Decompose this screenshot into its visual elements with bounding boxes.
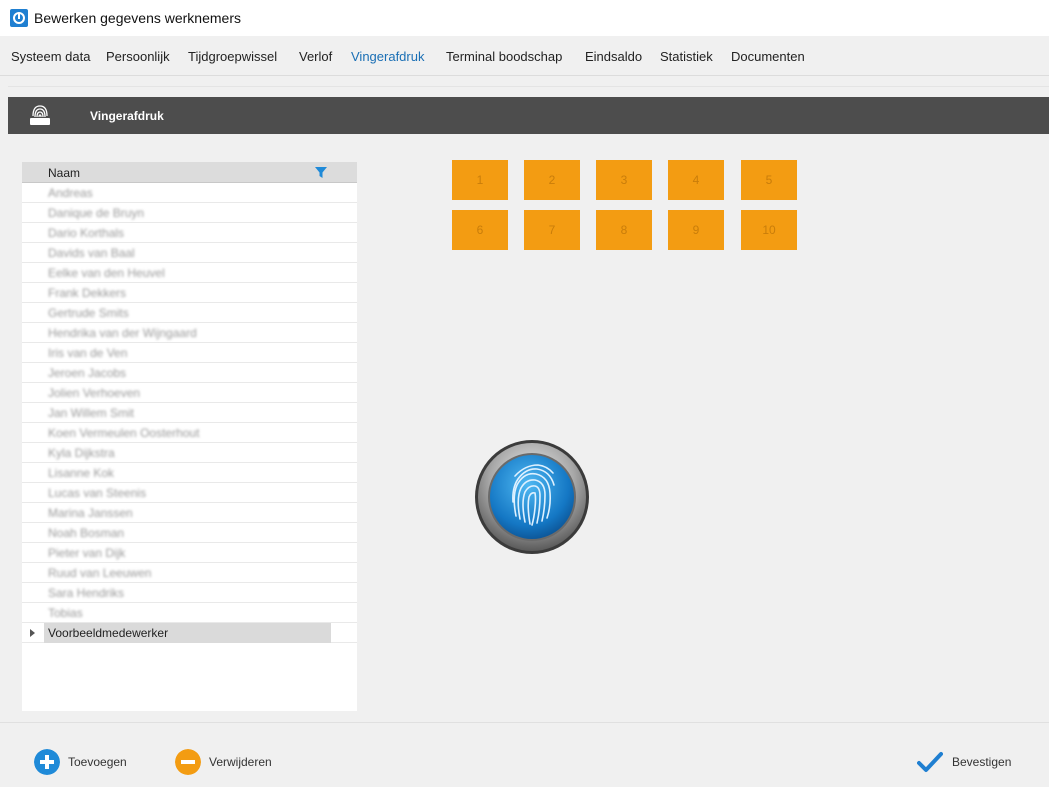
add-button[interactable]: Toevoegen xyxy=(34,749,144,777)
employee-name: Tobias xyxy=(48,606,83,620)
table-row[interactable]: Noah Bosman xyxy=(22,523,357,543)
table-row[interactable]: Eelke van den Heuvel xyxy=(22,263,357,283)
action-bar: Toevoegen Verwijderen Bevestigen xyxy=(0,722,1049,787)
tab-verlof[interactable]: Verlof xyxy=(299,49,332,64)
table-row[interactable]: Iris van de Ven xyxy=(22,343,357,363)
confirm-button[interactable]: Bevestigen xyxy=(917,749,1027,777)
tab-terminal-boodschap[interactable]: Terminal boodschap xyxy=(446,49,562,64)
employee-name: Eelke van den Heuvel xyxy=(48,266,165,280)
employee-name: Lisanne Kok xyxy=(48,466,115,480)
table-row[interactable]: Danique de Bruyn xyxy=(22,203,357,223)
tab-bar: Systeem data Persoonlijk Tijdgroepwissel… xyxy=(0,36,1049,76)
tab-documenten[interactable]: Documenten xyxy=(731,49,805,64)
remove-button[interactable]: Verwijderen xyxy=(175,749,290,777)
tab-tijdgroepwissel[interactable]: Tijdgroepwissel xyxy=(188,49,277,64)
employee-name: Jeroen Jacobs xyxy=(48,366,127,380)
finger-button-10[interactable]: 10 xyxy=(741,210,797,250)
table-row-selected[interactable]: Voorbeeldmedewerker xyxy=(22,623,357,643)
row-indicator-icon xyxy=(30,629,35,637)
employee-name: Davids van Baal xyxy=(48,246,135,260)
table-row[interactable]: Gertrude Smits xyxy=(22,303,357,323)
table-row[interactable]: Dario Korthals xyxy=(22,223,357,243)
employee-name: Frank Dekkers xyxy=(48,286,127,300)
employee-name: Lucas van Steenis xyxy=(48,486,147,500)
employee-name: Noah Bosman xyxy=(48,526,125,540)
remove-button-label: Verwijderen xyxy=(209,755,272,769)
employee-name: Koen Vermeulen Oosterhout xyxy=(48,426,200,440)
table-row[interactable]: Marina Janssen xyxy=(22,503,357,523)
employee-name: Marina Janssen xyxy=(48,506,133,520)
tab-vingerafdruk[interactable]: Vingerafdruk xyxy=(351,49,424,64)
finger-button-5[interactable]: 5 xyxy=(741,160,797,200)
employee-name: Hendrika van der Wijngaard xyxy=(48,326,197,340)
fingerprint-scanner-icon xyxy=(30,105,50,125)
finger-button-7[interactable]: 7 xyxy=(524,210,580,250)
confirm-button-label: Bevestigen xyxy=(952,755,1012,769)
table-row[interactable]: Pieter van Dijk xyxy=(22,543,357,563)
employee-name: Andreas xyxy=(48,186,93,200)
finger-button-1[interactable]: 1 xyxy=(452,160,508,200)
employee-name: Pieter van Dijk xyxy=(48,546,126,560)
finger-button-2[interactable]: 2 xyxy=(524,160,580,200)
employee-name: Jolien Verhoeven xyxy=(48,386,141,400)
add-button-label: Toevoegen xyxy=(68,755,127,769)
finger-button-6[interactable]: 6 xyxy=(452,210,508,250)
employee-name: Iris van de Ven xyxy=(48,346,128,360)
table-row[interactable]: Jolien Verhoeven xyxy=(22,383,357,403)
employee-name: Gertrude Smits xyxy=(48,306,129,320)
employee-list: Naam Andreas Danique de Bruyn Dario Kort… xyxy=(22,162,357,711)
table-row[interactable]: Ruud van Leeuwen xyxy=(22,563,357,583)
employee-name: Voorbeeldmedewerker xyxy=(44,623,331,643)
employee-name: Jan Willem Smit xyxy=(48,406,135,420)
app-clock-icon xyxy=(10,9,28,27)
finger-button-9[interactable]: 9 xyxy=(668,210,724,250)
tab-persoonlijk[interactable]: Persoonlijk xyxy=(106,49,170,64)
tab-eindsaldo[interactable]: Eindsaldo xyxy=(585,49,642,64)
table-row[interactable]: Andreas xyxy=(22,183,357,203)
list-header: Naam xyxy=(22,162,357,183)
employee-name: Danique de Bruyn xyxy=(48,206,145,220)
finger-button-8[interactable]: 8 xyxy=(596,210,652,250)
table-row[interactable]: Jan Willem Smit xyxy=(22,403,357,423)
fingerprint-icon[interactable] xyxy=(473,438,591,556)
table-row[interactable]: Frank Dekkers xyxy=(22,283,357,303)
employee-name: Ruud van Leeuwen xyxy=(48,566,152,580)
minus-circle-icon xyxy=(175,749,201,775)
filter-icon[interactable] xyxy=(315,167,327,179)
finger-button-4[interactable]: 4 xyxy=(668,160,724,200)
table-row[interactable]: Hendrika van der Wijngaard xyxy=(22,323,357,343)
checkmark-icon xyxy=(917,752,943,772)
section-header: Vingerafdruk xyxy=(8,97,1049,134)
finger-button-3[interactable]: 3 xyxy=(596,160,652,200)
tab-statistiek[interactable]: Statistiek xyxy=(660,49,713,64)
table-row[interactable]: Tobias xyxy=(22,603,357,623)
table-row[interactable]: Kyla Dijkstra xyxy=(22,443,357,463)
tab-systeem-data[interactable]: Systeem data xyxy=(11,49,91,64)
list-rows: Andreas Danique de Bruyn Dario Korthals … xyxy=(22,183,357,643)
table-row[interactable]: Sara Hendriks xyxy=(22,583,357,603)
table-row[interactable]: Jeroen Jacobs xyxy=(22,363,357,383)
table-row[interactable]: Lucas van Steenis xyxy=(22,483,357,503)
plus-circle-icon xyxy=(34,749,60,775)
table-row[interactable]: Lisanne Kok xyxy=(22,463,357,483)
employee-name: Sara Hendriks xyxy=(48,586,125,600)
column-header-naam[interactable]: Naam xyxy=(48,166,80,180)
employee-name: Kyla Dijkstra xyxy=(48,446,115,460)
table-row[interactable]: Davids van Baal xyxy=(22,243,357,263)
table-row[interactable]: Koen Vermeulen Oosterhout xyxy=(22,423,357,443)
window-title: Bewerken gegevens werknemers xyxy=(34,10,241,26)
title-bar: Bewerken gegevens werknemers xyxy=(0,0,1049,36)
employee-name: Dario Korthals xyxy=(48,226,125,240)
section-title: Vingerafdruk xyxy=(90,109,164,123)
